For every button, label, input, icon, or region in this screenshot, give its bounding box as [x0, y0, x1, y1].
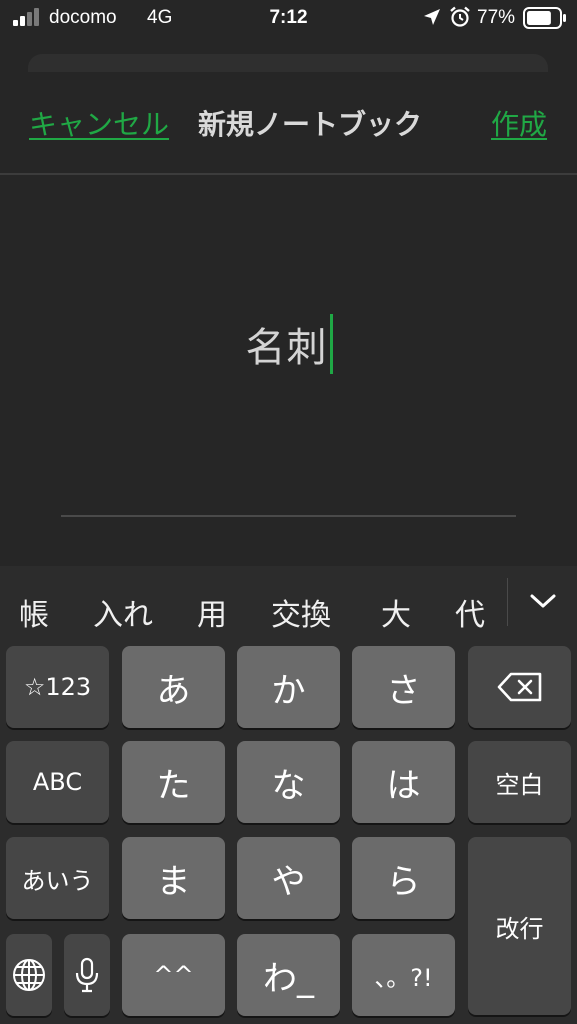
location-arrow-icon: [424, 9, 440, 25]
kana-key-ra[interactable]: ら: [352, 837, 455, 919]
kana-key-ha[interactable]: は: [352, 741, 455, 823]
kana-key-sa[interactable]: さ: [352, 646, 455, 728]
kana-key-ta[interactable]: た: [122, 741, 225, 823]
screen: docomo 4G 7:12 77% キャンセル 新規ノートブック 作成 名刺: [0, 0, 577, 1024]
punctuation-key[interactable]: 、。?!: [352, 934, 455, 1016]
backspace-icon: [497, 672, 541, 702]
candidate-item[interactable]: 入れ: [93, 590, 153, 634]
status-bar: docomo 4G 7:12 77%: [0, 0, 577, 38]
numbers-key[interactable]: ☆123: [6, 646, 109, 728]
candidate-item[interactable]: 用: [197, 590, 227, 634]
emoticon-key[interactable]: ^^: [122, 934, 225, 1016]
candidate-item[interactable]: 大: [381, 590, 411, 634]
text-caret: [329, 314, 333, 374]
create-button[interactable]: 作成: [491, 103, 547, 143]
candidate-divider: [507, 578, 508, 626]
battery-icon: [523, 7, 566, 29]
globe-icon: [13, 959, 45, 991]
kana-key-na[interactable]: な: [237, 741, 340, 823]
notebook-name-text: 名刺: [245, 325, 328, 371]
candidate-item[interactable]: 代: [455, 590, 485, 634]
space-key[interactable]: 空白: [468, 741, 571, 823]
notebook-name-input[interactable]: 名刺: [62, 296, 516, 392]
candidate-item[interactable]: 帳: [19, 590, 49, 634]
candidate-bar: 帳 入れ 用 交換 大 代: [0, 566, 577, 644]
header-divider: [0, 173, 577, 175]
input-underline: [61, 515, 516, 517]
kana-key-a[interactable]: あ: [122, 646, 225, 728]
kana-key-ka[interactable]: か: [237, 646, 340, 728]
battery-percentage: 77%: [477, 7, 516, 28]
candidate-item[interactable]: 交換: [271, 590, 331, 634]
kana-key-ma[interactable]: ま: [122, 837, 225, 919]
backspace-key[interactable]: [468, 646, 571, 728]
microphone-icon: [75, 957, 99, 993]
dictation-key[interactable]: [64, 934, 110, 1016]
kana-key-ya[interactable]: や: [237, 837, 340, 919]
chevron-down-icon[interactable]: [528, 586, 558, 616]
japanese-keyboard: 帳 入れ 用 交換 大 代 ☆123 あ か さ ABC た な は 空白 あい…: [0, 566, 577, 1024]
alarm-clock-icon: [450, 6, 470, 27]
return-key[interactable]: 改行: [468, 837, 571, 1015]
abc-mode-key[interactable]: ABC: [6, 741, 109, 823]
kana-key-wa[interactable]: わ_: [237, 934, 340, 1016]
kana-mode-key[interactable]: あいう: [6, 837, 109, 919]
globe-key[interactable]: [6, 934, 52, 1016]
